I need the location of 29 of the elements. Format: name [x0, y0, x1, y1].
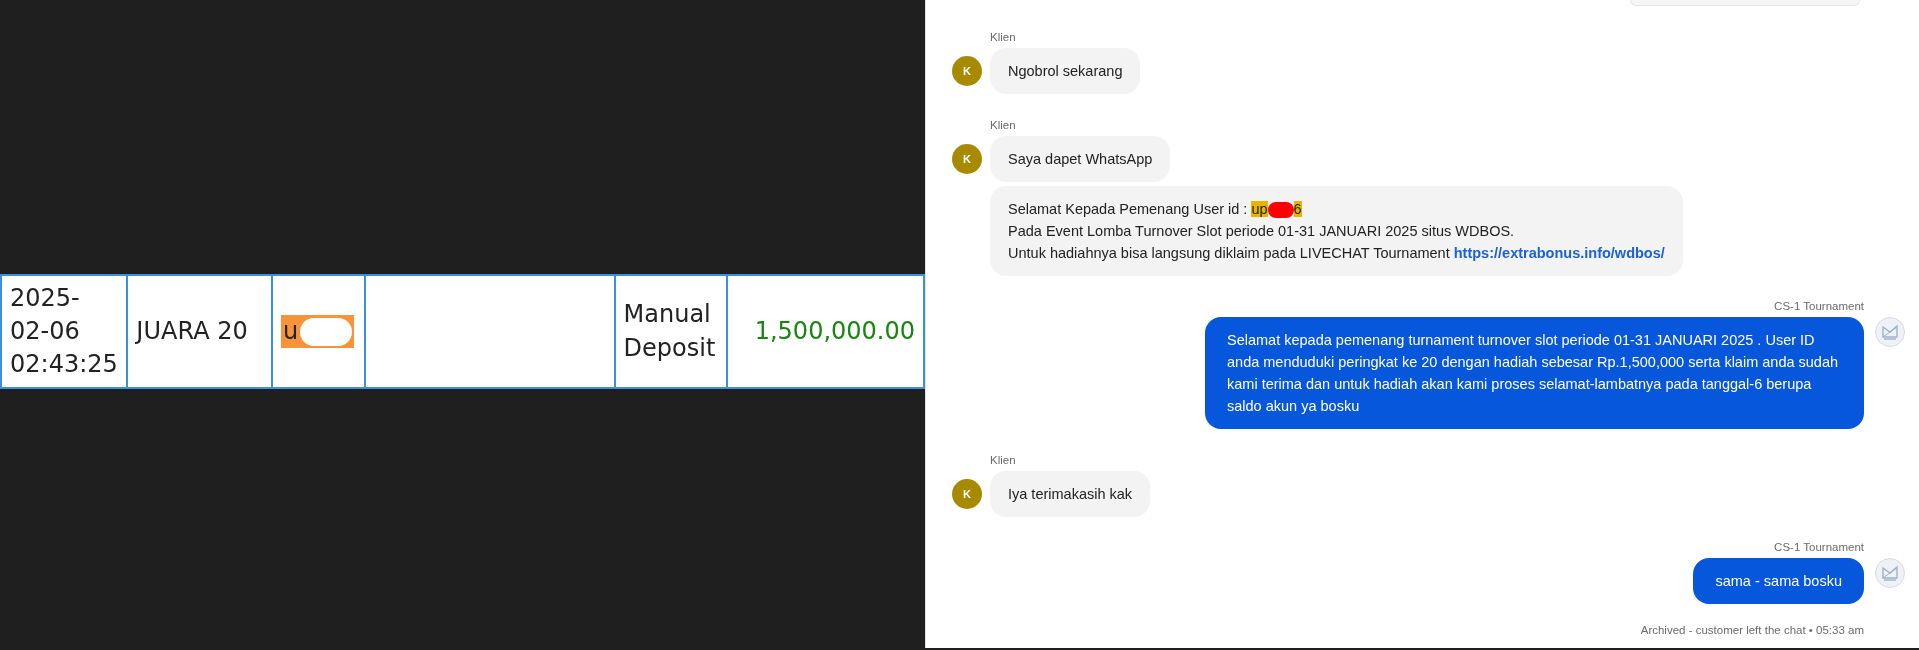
message-bubble: sama - sama bosku — [1693, 558, 1864, 604]
agent-avatar-icon — [1875, 317, 1905, 347]
user-id-text: u — [283, 316, 299, 345]
message-text: Untuk hadiahnya bisa langsung diklaim pada LIVECHAT Tournament https://extrabonus.info/wdbos/ — [1008, 245, 1665, 261]
user-id-text: 6 — [1293, 201, 1302, 217]
message-text: Pada Event Lomba Turnover Slot periode 01-31 JANUARI 2025 situs WDBOS. — [1008, 223, 1515, 239]
table-cell-text: Manual Deposit — [623, 299, 717, 364]
message-text: Selamat Kepada Pemenang User id : — [1008, 201, 1249, 217]
sender-name: Klien — [990, 30, 1016, 44]
sender-name: CS-1 Tournament — [1774, 540, 1864, 554]
redaction-mark — [1267, 202, 1294, 219]
avatar: K — [952, 56, 982, 86]
message-bubble: Selamat kepada pemenang turnament turnover slot periode 01-31 JANUARI 2025 . User ID anda menduduki peringkat ke 20 dengan hadiah sebesar Rp.1,500,000 serta klaim anda sudah kami terima dan untuk hadiah akan kami proses selamat-lambatnya pada tanggal-6 berupa saldo akun ya bosku — [1205, 317, 1864, 429]
agent-avatar-icon — [1875, 558, 1905, 588]
sender-name: CS-1 Tournament — [1774, 299, 1864, 313]
message-bubble: Saya dapet WhatsApp — [990, 136, 1171, 182]
avatar: K — [952, 479, 982, 509]
table-cell-text: 2025- 02-06 02:43:25 — [10, 282, 119, 381]
table-cell: JUARA 20 — [136, 316, 248, 345]
chat-status-text: Archived - customer left the chat • 05:33 am — [1640, 624, 1864, 636]
redaction-mark — [300, 317, 353, 346]
amount-text: 1,500,000.00 — [754, 316, 915, 345]
sender-name: Klien — [990, 118, 1016, 132]
sender-name: Klien — [990, 453, 1016, 467]
message-bubble: Iya terimakasih kak — [990, 471, 1151, 517]
avatar: K — [952, 144, 982, 174]
message-bubble: Ngobrol sekarang — [990, 48, 1141, 94]
message-link[interactable]: https://extrabonus.info/wdbos/ — [1453, 245, 1665, 261]
user-id-text: up — [1251, 201, 1268, 217]
